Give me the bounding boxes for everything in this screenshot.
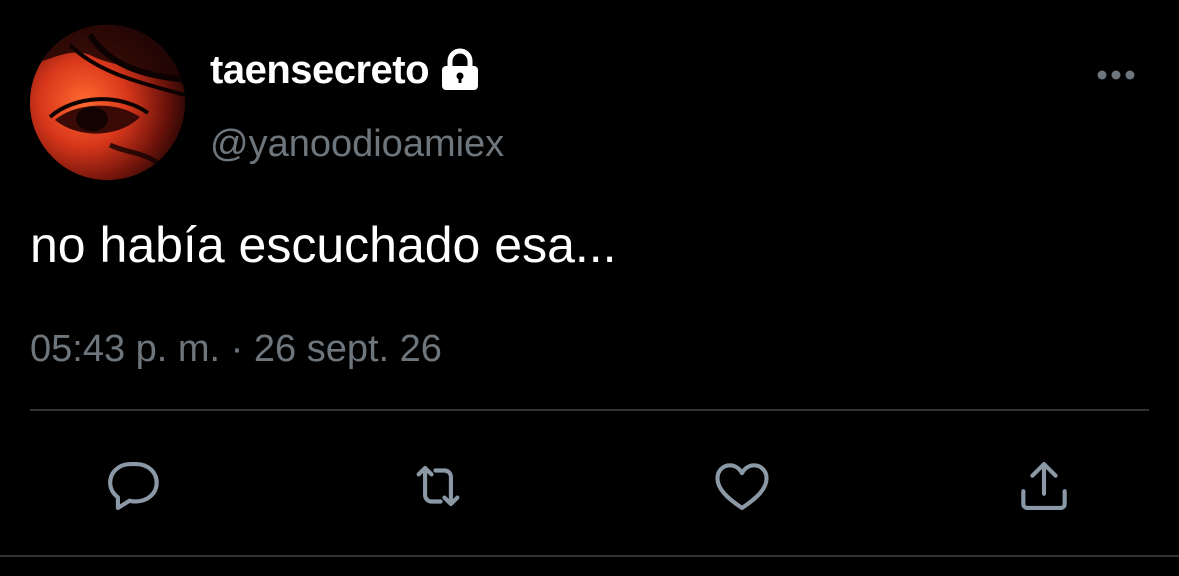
share-button[interactable]	[1012, 454, 1076, 518]
heart-icon	[715, 463, 769, 511]
divider	[0, 555, 1179, 557]
retweet-button[interactable]	[406, 454, 470, 518]
user-handle[interactable]: @yanoodioamiex	[210, 120, 504, 168]
avatar-image	[30, 25, 185, 180]
more-horizontal-icon[interactable]	[1094, 60, 1138, 90]
display-name-text[interactable]: taensecreto	[210, 46, 430, 94]
retweet-icon	[416, 465, 460, 507]
display-name[interactable]: taensecreto	[210, 46, 481, 94]
share-icon	[1021, 461, 1067, 511]
avatar[interactable]	[30, 25, 185, 180]
reply-icon	[108, 461, 159, 511]
lock-icon	[439, 48, 481, 92]
tweet-text: no había escuchado esa...	[30, 217, 617, 273]
reply-button[interactable]	[104, 454, 168, 518]
divider	[30, 409, 1149, 411]
like-button[interactable]	[710, 454, 774, 518]
tweet-timestamp[interactable]: 05:43 p. m. · 26 sept. 26	[30, 324, 442, 374]
